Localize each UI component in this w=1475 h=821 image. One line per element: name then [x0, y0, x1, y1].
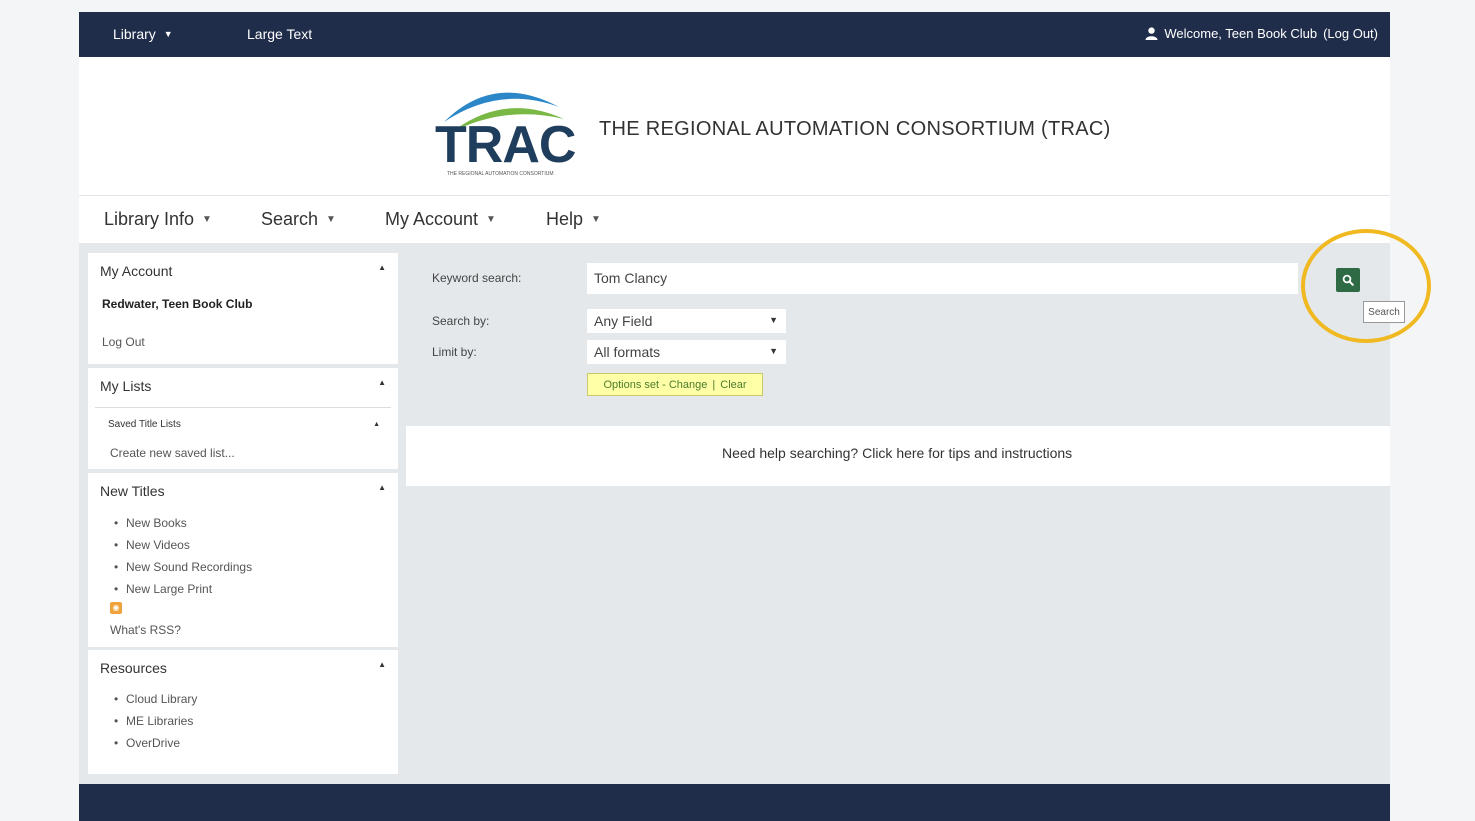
list-item[interactable]: New Sound Recordings — [114, 556, 252, 578]
caret-down-icon: ▼ — [486, 214, 496, 225]
search-by-label: Search by: — [432, 314, 490, 328]
keyword-label: Keyword search: — [432, 271, 522, 285]
library-menu-label: Library — [113, 26, 156, 42]
search-by-select[interactable]: Any Field ▼ — [587, 309, 786, 333]
panel-my-account: My Account ▲ Redwater, Teen Book Club Lo… — [88, 253, 398, 364]
select-value: All formats — [594, 344, 661, 360]
nav-my-account[interactable]: My Account ▼ — [385, 209, 496, 230]
account-user: Redwater, Teen Book Club — [102, 297, 253, 311]
panel-resources: Resources ▲ Cloud Library ME Libraries O… — [88, 650, 398, 774]
options-set-box: Options set - Change | Clear — [587, 373, 763, 396]
chevron-down-icon: ▼ — [769, 315, 778, 325]
caret-down-icon: ▼ — [202, 214, 212, 225]
chevron-down-icon: ▼ — [769, 346, 778, 356]
collapse-icon[interactable]: ▲ — [378, 483, 386, 492]
limit-by-select[interactable]: All formats ▼ — [587, 340, 786, 364]
options-change-link[interactable]: Options set - Change — [603, 379, 707, 391]
site-title: THE REGIONAL AUTOMATION CONSORTIUM (TRAC… — [599, 118, 1111, 140]
logout-link[interactable]: (Log Out) — [1323, 26, 1378, 41]
logo-text: TRAC — [435, 116, 576, 174]
new-titles-list: New Books New Videos New Sound Recording… — [88, 512, 252, 600]
caret-down-icon: ▼ — [326, 214, 336, 225]
limit-by-label: Limit by: — [432, 345, 477, 359]
keyword-value: Tom Clancy — [594, 270, 668, 286]
nav-label: Help — [546, 209, 584, 229]
caret-down-icon: ▼ — [591, 214, 601, 225]
nav-library-info[interactable]: Library Info ▼ — [104, 209, 212, 230]
large-text-link[interactable]: Large Text — [247, 26, 312, 42]
list-item[interactable]: New Large Print — [114, 578, 252, 600]
user-icon — [1145, 27, 1158, 40]
footer-bar — [79, 784, 1390, 821]
search-help-link[interactable]: Need help searching? Click here for tips… — [722, 445, 1072, 461]
keyword-search-input[interactable]: Tom Clancy — [587, 263, 1298, 294]
nav-search[interactable]: Search ▼ — [261, 209, 336, 230]
panel-my-lists: My Lists ▲ Saved Title Lists ▲ Create ne… — [88, 368, 398, 469]
logo-subtext: THE REGIONAL AUTOMATION CONSORTIUM — [447, 171, 554, 177]
library-menu[interactable]: Library ▼ — [113, 26, 173, 42]
nav-label: Search — [261, 209, 319, 229]
options-separator: | — [712, 378, 716, 391]
panel-title: New Titles — [100, 483, 165, 499]
divider — [95, 407, 391, 408]
main-nav: Library Info ▼ Search ▼ My Account ▼ Hel… — [79, 195, 1390, 243]
sidebar-logout-link[interactable]: Log Out — [102, 335, 145, 349]
page-container: Library ▼ Large Text Welcome, Teen Book … — [79, 12, 1431, 821]
panel-title: Resources — [100, 660, 167, 676]
list-item[interactable]: ME Libraries — [114, 710, 197, 732]
panel-title: My Lists — [100, 378, 152, 394]
site-header: TRAC THE REGIONAL AUTOMATION CONSORTIUM … — [79, 57, 1390, 195]
nav-help[interactable]: Help ▼ — [546, 209, 601, 230]
nav-label: My Account — [385, 209, 479, 229]
saved-title-lists[interactable]: Saved Title Lists — [108, 419, 181, 430]
list-item[interactable]: Cloud Library — [114, 688, 197, 710]
create-saved-list-link[interactable]: Create new saved list... — [110, 446, 235, 460]
welcome-text: Welcome, Teen Book Club — [1164, 26, 1318, 41]
top-bar: Library ▼ Large Text Welcome, Teen Book … — [79, 12, 1390, 57]
highlight-circle — [1301, 229, 1431, 343]
collapse-icon[interactable]: ▲ — [373, 421, 380, 428]
list-item[interactable]: OverDrive — [114, 732, 197, 754]
list-item[interactable]: New Videos — [114, 534, 252, 556]
collapse-icon[interactable]: ▲ — [378, 660, 386, 669]
list-item[interactable]: New Books — [114, 512, 252, 534]
welcome-area: Welcome, Teen Book Club (Log Out) — [1145, 26, 1378, 41]
collapse-icon[interactable]: ▲ — [378, 378, 386, 387]
select-value: Any Field — [594, 313, 653, 329]
whats-rss-link[interactable]: What's RSS? — [110, 623, 181, 637]
options-clear-link[interactable]: Clear — [720, 379, 746, 391]
panel-new-titles: New Titles ▲ New Books New Videos New So… — [88, 473, 398, 647]
panel-title: My Account — [100, 263, 173, 279]
search-help-box: Need help searching? Click here for tips… — [406, 426, 1390, 486]
collapse-icon[interactable]: ▲ — [378, 263, 386, 272]
nav-label: Library Info — [104, 209, 195, 229]
caret-down-icon: ▼ — [163, 29, 173, 39]
rss-icon[interactable]: ◉ — [110, 602, 122, 614]
resources-list: Cloud Library ME Libraries OverDrive — [88, 688, 197, 754]
